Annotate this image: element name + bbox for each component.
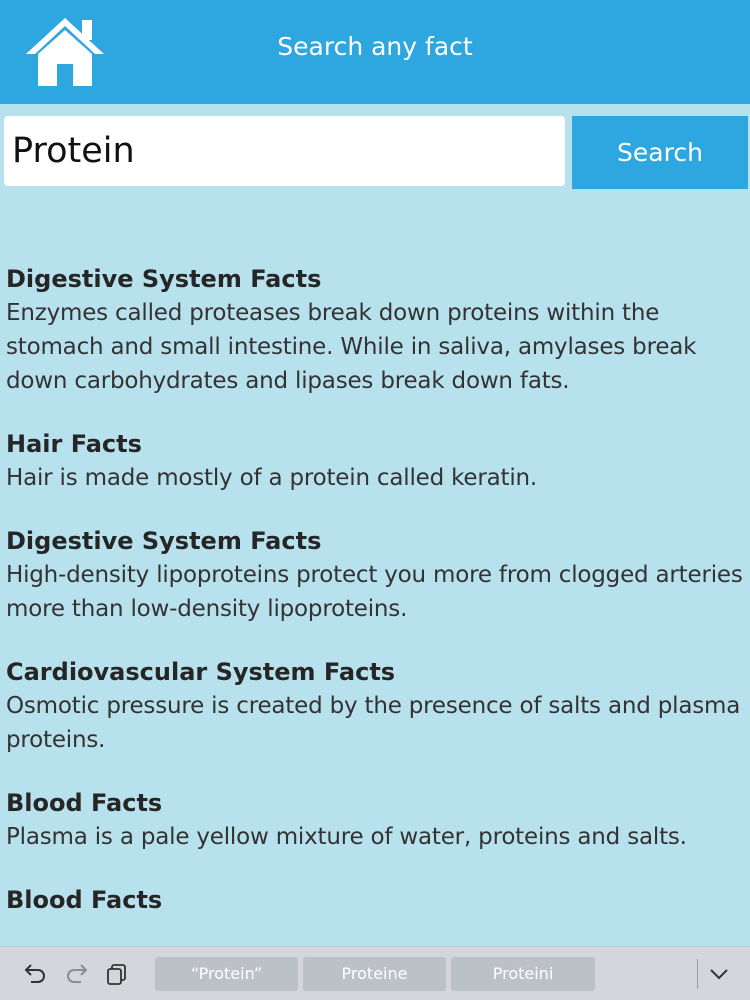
result-text: High-density lipoproteins protect you mo… <box>6 562 743 622</box>
result-title: Cardiovascular System Facts <box>6 658 396 686</box>
result-text: Plasma is a pale yellow mixture of water… <box>6 824 687 850</box>
result-text: Hair is made mostly of a protein called … <box>6 465 538 491</box>
suggestion-proteini[interactable]: Proteini <box>451 957 595 991</box>
result-item[interactable]: Hair Facts Hair is made mostly of a prot… <box>6 427 744 495</box>
suggestion-quoted[interactable]: “Protein” <box>155 957 298 991</box>
result-item[interactable]: Digestive System Facts Enzymes called pr… <box>6 262 744 398</box>
result-title: Blood Facts <box>6 886 163 914</box>
undo-icon[interactable] <box>22 961 48 987</box>
chevron-down-icon[interactable] <box>706 961 732 987</box>
result-item[interactable]: Blood Facts <box>6 883 744 917</box>
result-text: Osmotic pressure is created by the prese… <box>6 693 741 753</box>
result-title: Blood Facts <box>6 789 163 817</box>
result-item[interactable]: Digestive System Facts High-density lipo… <box>6 524 744 626</box>
search-input[interactable] <box>4 116 565 186</box>
result-title: Digestive System Facts <box>6 265 322 293</box>
keyboard-shortcut-bar: “Protein” Proteine Proteini <box>0 946 750 1000</box>
suggestion-proteine[interactable]: Proteine <box>303 957 446 991</box>
result-text: Enzymes called proteases break down prot… <box>6 300 697 394</box>
divider <box>697 959 698 989</box>
search-button[interactable]: Search <box>572 116 748 189</box>
redo-icon[interactable] <box>64 961 90 987</box>
result-title: Digestive System Facts <box>6 527 322 555</box>
page-title: Search any fact <box>277 32 473 61</box>
paste-icon[interactable] <box>104 961 130 987</box>
app-header: Search any fact <box>0 0 750 104</box>
result-title: Hair Facts <box>6 430 142 458</box>
result-item[interactable]: Blood Facts Plasma is a pale yellow mixt… <box>6 786 744 854</box>
results-list[interactable]: Digestive System Facts Enzymes called pr… <box>6 262 744 946</box>
result-item[interactable]: Cardiovascular System Facts Osmotic pres… <box>6 655 744 757</box>
